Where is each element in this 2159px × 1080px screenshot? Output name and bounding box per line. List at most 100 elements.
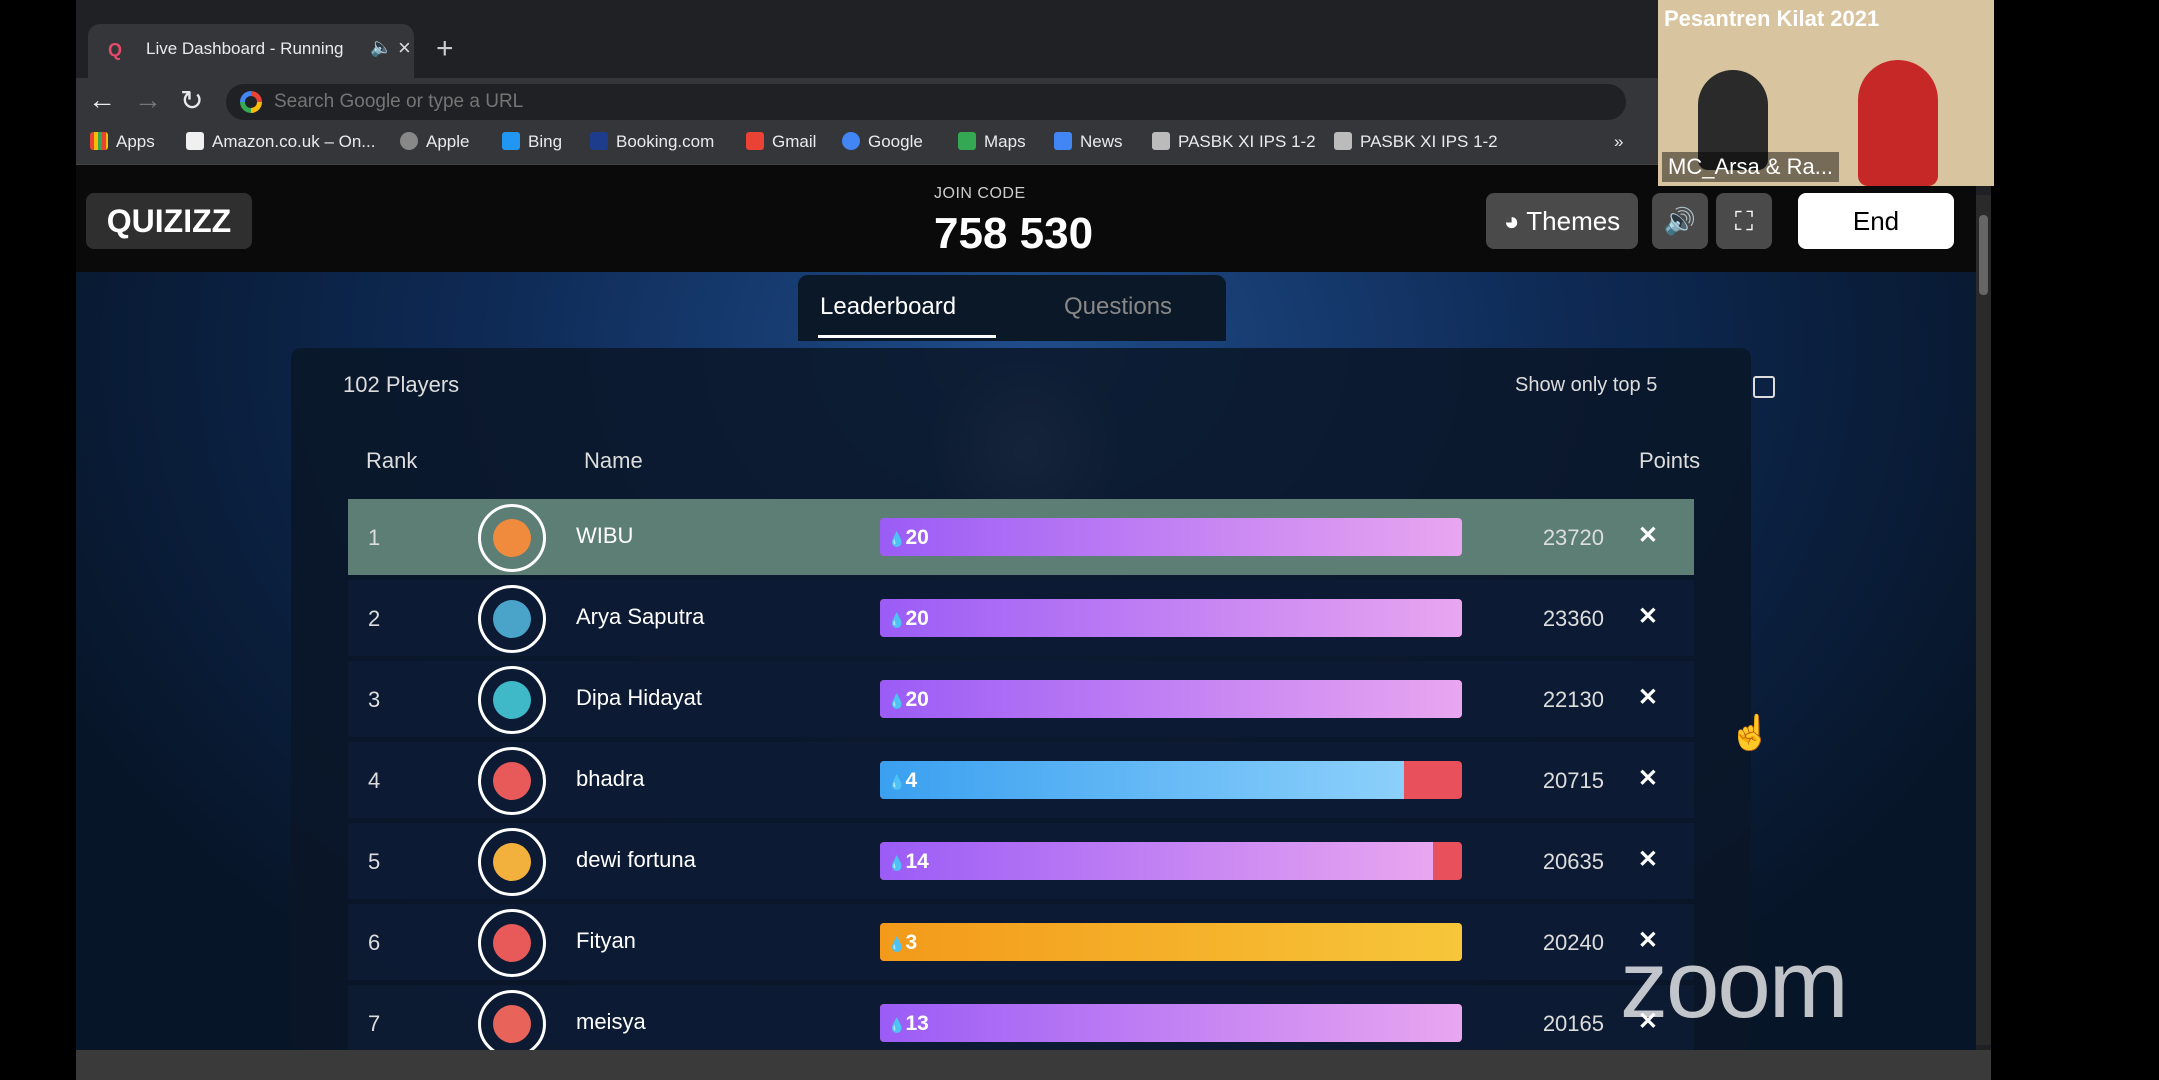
bookmark-pasbk-2[interactable]: PASBK XI IPS 1-2 — [1334, 132, 1498, 152]
leaderboard-row[interactable]: 6 Fityan 💧3 20240 ✕ — [348, 904, 1694, 980]
scrollbar-thumb[interactable] — [1979, 215, 1988, 295]
forward-arrow-icon[interactable]: → — [134, 84, 162, 116]
back-arrow-icon[interactable]: ← — [88, 84, 116, 116]
bookmark-maps[interactable]: Maps — [958, 132, 1026, 152]
tab-questions[interactable]: Questions — [1064, 293, 1172, 321]
sound-button[interactable]: 🔊 — [1652, 193, 1708, 249]
player-rank: 5 — [368, 849, 381, 874]
player-rank: 4 — [368, 768, 381, 793]
streak-count: 💧20 — [888, 607, 929, 631]
players-count: 102 Players — [343, 372, 460, 397]
end-button[interactable]: End — [1798, 193, 1954, 249]
player-rank: 7 — [368, 1011, 381, 1036]
player-name: WIBU — [576, 523, 634, 548]
streak-value: 3 — [905, 931, 918, 954]
bing-icon — [502, 132, 520, 150]
quizizz-favicon-icon: Q — [108, 40, 123, 60]
quizizz-dashboard: QUIZIZZ JOIN CODE 758 530 ◕ Themes 🔊 ⛶ E… — [76, 165, 1976, 1050]
streak-value: 13 — [905, 1012, 929, 1035]
leaderboard-row[interactable]: 2 Arya Saputra 💧20 23360 ✕ — [348, 580, 1694, 656]
accuracy-bar: 💧14 — [880, 842, 1462, 880]
column-points: Points — [1639, 448, 1701, 473]
player-name: Arya Saputra — [576, 604, 705, 629]
streak-count: 💧13 — [888, 1012, 929, 1036]
leaderboard-row[interactable]: 3 Dipa Hidayat 💧20 22130 ✕ — [348, 661, 1694, 737]
gmail-icon — [746, 132, 764, 150]
bookmark-label: PASBK XI IPS 1-2 — [1360, 132, 1498, 151]
remove-player-icon[interactable]: ✕ — [1638, 764, 1658, 793]
leaderboard-row[interactable]: 5 dewi fortuna 💧14 20635 ✕ — [348, 823, 1694, 899]
omnibox[interactable] — [226, 84, 1626, 120]
remove-player-icon[interactable]: ✕ — [1638, 521, 1658, 550]
player-points: 20165 — [1542, 1011, 1604, 1036]
booking-icon — [590, 132, 608, 150]
speaker-icon: 🔊 — [1663, 206, 1697, 236]
avatar-face — [493, 519, 531, 557]
new-tab-icon[interactable]: + — [436, 32, 454, 66]
streak-value: 20 — [905, 607, 929, 630]
browser-tab-live-dashboard[interactable]: Q Live Dashboard - Running 🔈 × — [88, 24, 414, 78]
bookmark-apps[interactable]: Apps — [90, 132, 155, 152]
streak-icon: 💧 — [888, 612, 906, 628]
remove-player-icon[interactable]: ✕ — [1638, 602, 1658, 631]
bookmark-label: Apps — [116, 132, 155, 151]
join-code: 758 530 — [934, 209, 1094, 258]
player-avatar-icon — [478, 909, 546, 977]
player-points: 20715 — [1542, 768, 1604, 793]
bookmark-label: PASBK XI IPS 1-2 — [1178, 132, 1316, 151]
bookmark-label: News — [1080, 132, 1123, 151]
accuracy-bar-fill — [880, 599, 1462, 637]
tab-audio-icon[interactable]: 🔈 — [370, 37, 392, 58]
themes-label: Themes — [1526, 205, 1621, 236]
streak-icon: 💧 — [888, 855, 906, 871]
remove-player-icon[interactable]: ✕ — [1638, 845, 1658, 874]
player-points: 20240 — [1542, 930, 1604, 955]
google-icon — [240, 91, 262, 113]
tab-leaderboard[interactable]: Leaderboard — [820, 293, 956, 321]
player-avatar-icon — [478, 504, 546, 572]
leaderboard-row[interactable]: 4 bhadra 💧4 20715 ✕ — [348, 742, 1694, 818]
bookmark-label: Maps — [984, 132, 1026, 151]
fullscreen-icon: ⛶ — [1734, 206, 1754, 236]
leaderboard-row[interactable]: 7 meisya 💧13 20165 ✕ — [348, 985, 1694, 1050]
bookmark-booking[interactable]: Booking.com — [590, 132, 714, 152]
bookmark-amazon[interactable]: Amazon.co.uk – On... — [186, 132, 375, 152]
player-avatar-icon — [478, 585, 546, 653]
column-rank: Rank — [366, 448, 418, 473]
bookmarks-overflow-icon[interactable]: » — [1614, 132, 1623, 152]
player-rank: 3 — [368, 687, 381, 712]
player-rank: 1 — [368, 525, 381, 550]
bookmark-label: Booking.com — [616, 132, 715, 151]
fullscreen-button[interactable]: ⛶ — [1716, 193, 1772, 249]
player-rank: 2 — [368, 606, 381, 631]
remove-player-icon[interactable]: ✕ — [1638, 683, 1658, 712]
tab-close-icon[interactable]: × — [398, 35, 411, 61]
bookmark-news[interactable]: News — [1054, 132, 1123, 152]
bookmark-apple[interactable]: Apple — [400, 132, 469, 152]
active-tab-indicator — [818, 335, 996, 338]
scrollbar[interactable] — [1976, 195, 1991, 1045]
streak-icon: 💧 — [888, 936, 906, 952]
bookmark-bing[interactable]: Bing — [502, 132, 562, 152]
reload-icon[interactable]: ↻ — [180, 84, 203, 117]
address-input[interactable] — [272, 86, 1576, 118]
video-participant-tile[interactable]: Pesantren Kilat 2021 MC_Arsa & Ra... — [1658, 0, 1994, 186]
streak-value: 14 — [905, 850, 929, 873]
bookmark-google[interactable]: Google — [842, 132, 923, 152]
bookmark-gmail[interactable]: Gmail — [746, 132, 816, 152]
themes-button[interactable]: ◕ Themes — [1486, 193, 1638, 249]
player-name: dewi fortuna — [576, 847, 696, 872]
accuracy-bar-fill — [880, 1004, 1462, 1042]
player-avatar-icon — [478, 828, 546, 896]
palette-icon: ◕ — [1503, 205, 1527, 236]
leaderboard-row[interactable]: 1 WIBU 💧20 23720 ✕ — [348, 499, 1694, 575]
bookmark-pasbk-1[interactable]: PASBK XI IPS 1-2 — [1152, 132, 1316, 152]
streak-count: 💧3 — [888, 931, 917, 955]
amazon-icon — [186, 132, 204, 150]
bookmark-label: Google — [868, 132, 923, 151]
bottom-bar — [76, 1050, 1991, 1080]
tab-title: Live Dashboard - Running — [146, 39, 344, 58]
streak-count: 💧20 — [888, 688, 929, 712]
show-top5-checkbox[interactable] — [1753, 376, 1775, 398]
zoom-watermark: zoom — [1620, 931, 1849, 1038]
